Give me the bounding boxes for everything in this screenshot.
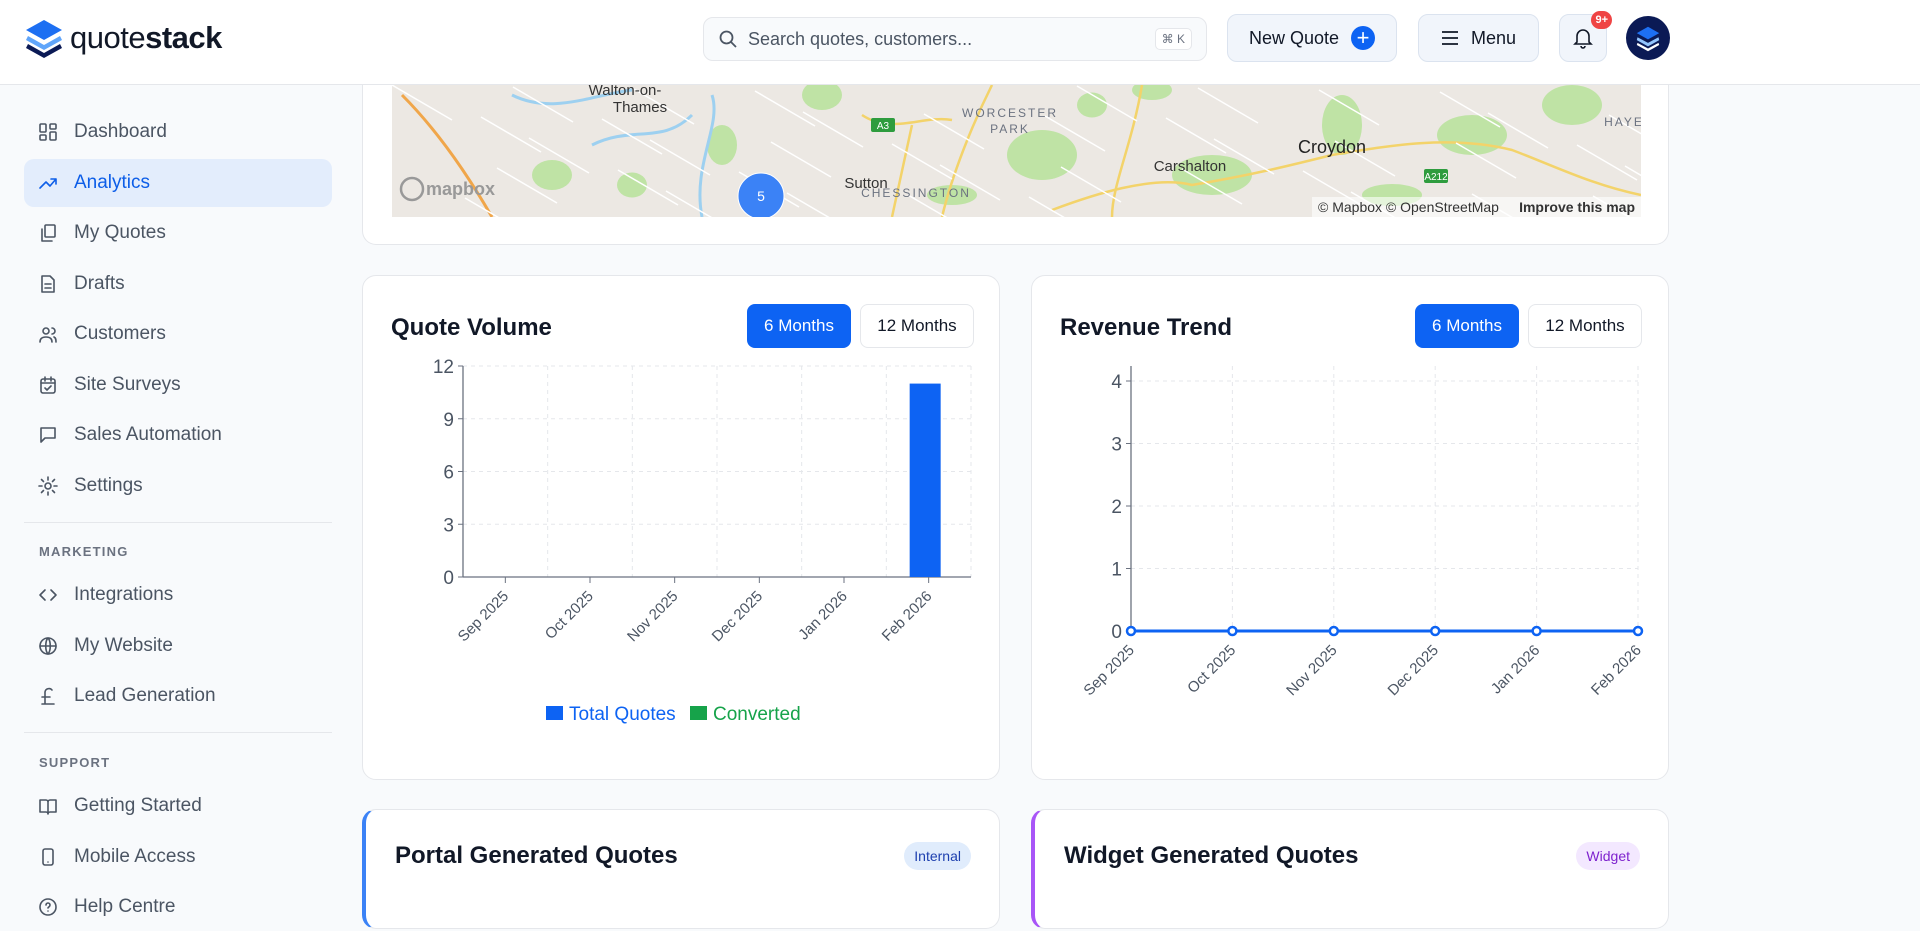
revenue-trend-y-tick-label: 1 [1111, 560, 1122, 581]
revenue-trend-y-tick-label: 4 [1111, 372, 1122, 393]
notifications-button[interactable]: 9+ [1559, 11, 1612, 62]
legend-label-total-quotes[interactable]: Total Quotes [569, 704, 676, 725]
revenue-trend-y-tick-label: 3 [1111, 435, 1122, 456]
quote-volume-y-tick-label: 0 [443, 568, 454, 589]
avatar[interactable] [1626, 16, 1670, 60]
new-quote-button[interactable]: New Quote + [1227, 14, 1397, 62]
revenue-trend-x-tick-label: Nov 2025 [1283, 642, 1340, 699]
revenue-point[interactable] [1227, 625, 1238, 637]
quote-volume-x-tick-label: Oct 2025 [542, 588, 597, 643]
bell-icon [1573, 29, 1593, 49]
legend-swatch [546, 706, 563, 720]
charts-layer: 036912Sep 2025 Oct 2025 Nov 2025 Dec 2025 Ja… [433, 357, 1645, 725]
quote-volume-x-tick-label: Nov 2025 [624, 588, 681, 645]
logo-text-bold: stack [145, 20, 222, 55]
plus-icon: + [1351, 26, 1376, 50]
widget-quotes-card: Widget Generated Quotes Widget [1031, 809, 1669, 929]
revenue-trend-y-tick-label: 0 [1111, 622, 1122, 643]
quote-volume-y-tick-label: 9 [443, 410, 454, 431]
quote-volume-x-tick-label: Dec 2025 [709, 588, 766, 645]
revenue-point[interactable] [1125, 625, 1137, 637]
top-header: quotestack Search quotes, customers... ⌘… [0, 0, 1920, 85]
revenue-point[interactable] [1632, 625, 1644, 637]
hamburger-icon [1441, 31, 1458, 45]
bar-total-quotes[interactable] [909, 383, 941, 577]
notification-badge: 9+ [1591, 11, 1612, 29]
quote-volume-y-tick-label: 12 [433, 357, 454, 378]
widget-badge: Widget [1576, 842, 1640, 870]
portal-quotes-title: Portal Generated Quotes [395, 842, 678, 869]
legend-swatch [690, 706, 707, 720]
portal-quotes-card: Portal Generated Quotes Internal [362, 809, 1000, 929]
revenue-trend-x-tick-label: Dec 2025 [1385, 642, 1442, 699]
quote-volume-x-tick-label: Jan 2026 [795, 588, 851, 644]
quote-volume-y-tick-label: 6 [443, 463, 454, 484]
quote-volume-y-tick-label: 3 [443, 515, 454, 536]
revenue-trend-x-tick-label: Sep 2025 [1080, 642, 1137, 699]
menu-button[interactable]: Menu [1418, 14, 1539, 62]
menu-label: Menu [1470, 27, 1517, 48]
revenue-trend-x-tick-label: Jan 2026 [1488, 642, 1544, 698]
revenue-trend-x-tick-label: Oct 2025 [1184, 642, 1239, 697]
search-shortcut-hint: ⌘ K [1154, 28, 1192, 50]
logo-text-light: quote [70, 20, 146, 55]
search-input[interactable]: Search quotes, customers... ⌘ K [703, 17, 1207, 61]
logo[interactable]: quotestack [24, 18, 222, 58]
search-placeholder: Search quotes, customers... [748, 28, 973, 49]
quote-volume-x-tick-label: Sep 2025 [455, 588, 512, 645]
internal-badge: Internal [904, 842, 971, 870]
revenue-point[interactable] [1328, 625, 1340, 637]
stack-logo-icon [26, 20, 62, 58]
revenue-trend-y-tick-label: 2 [1111, 497, 1122, 518]
new-quote-label: New Quote [1248, 27, 1340, 48]
revenue-point[interactable] [1531, 625, 1542, 637]
revenue-trend-x-tick-label: Feb 2026 [1588, 642, 1645, 699]
search-icon [719, 30, 737, 48]
avatar-logo-icon [1636, 26, 1660, 52]
quote-volume-x-tick-label: Feb 2026 [879, 588, 936, 645]
widget-quotes-title: Widget Generated Quotes [1064, 842, 1359, 869]
legend-label-converted[interactable]: Converted [713, 704, 801, 725]
revenue-point[interactable] [1429, 625, 1441, 637]
